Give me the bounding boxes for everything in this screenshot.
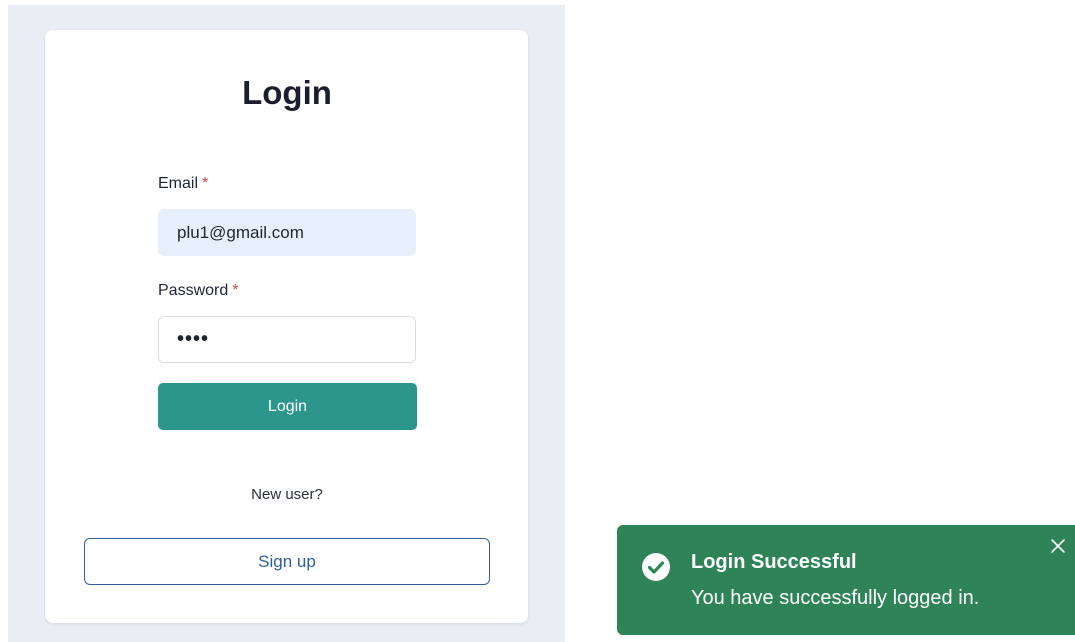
close-icon[interactable] [1049, 537, 1067, 555]
check-circle-icon [642, 553, 670, 581]
success-toast: Login Successful You have successfully l… [617, 525, 1075, 635]
password-required-marker: * [232, 282, 239, 299]
password-label: Password * [158, 282, 238, 300]
login-button-label: Login [267, 397, 308, 415]
password-label-text: Password [158, 282, 229, 299]
email-label: Email * [158, 175, 208, 193]
toast-message: You have successfully logged in. [691, 587, 980, 609]
password-field[interactable]: •••• [158, 316, 416, 363]
page-title: Login [242, 74, 332, 111]
email-required-marker: * [202, 175, 209, 192]
signup-button[interactable]: Sign up [84, 538, 490, 585]
email-field-value: plu1@gmail.com [177, 222, 304, 242]
password-field-value: •••• [177, 328, 210, 350]
new-user-text: New user? [251, 486, 323, 503]
email-label-text: Email [158, 175, 199, 192]
signup-button-label: Sign up [258, 551, 316, 571]
login-button[interactable]: Login [158, 383, 417, 430]
toast-title: Login Successful [691, 551, 857, 573]
email-field[interactable]: plu1@gmail.com [158, 209, 416, 256]
